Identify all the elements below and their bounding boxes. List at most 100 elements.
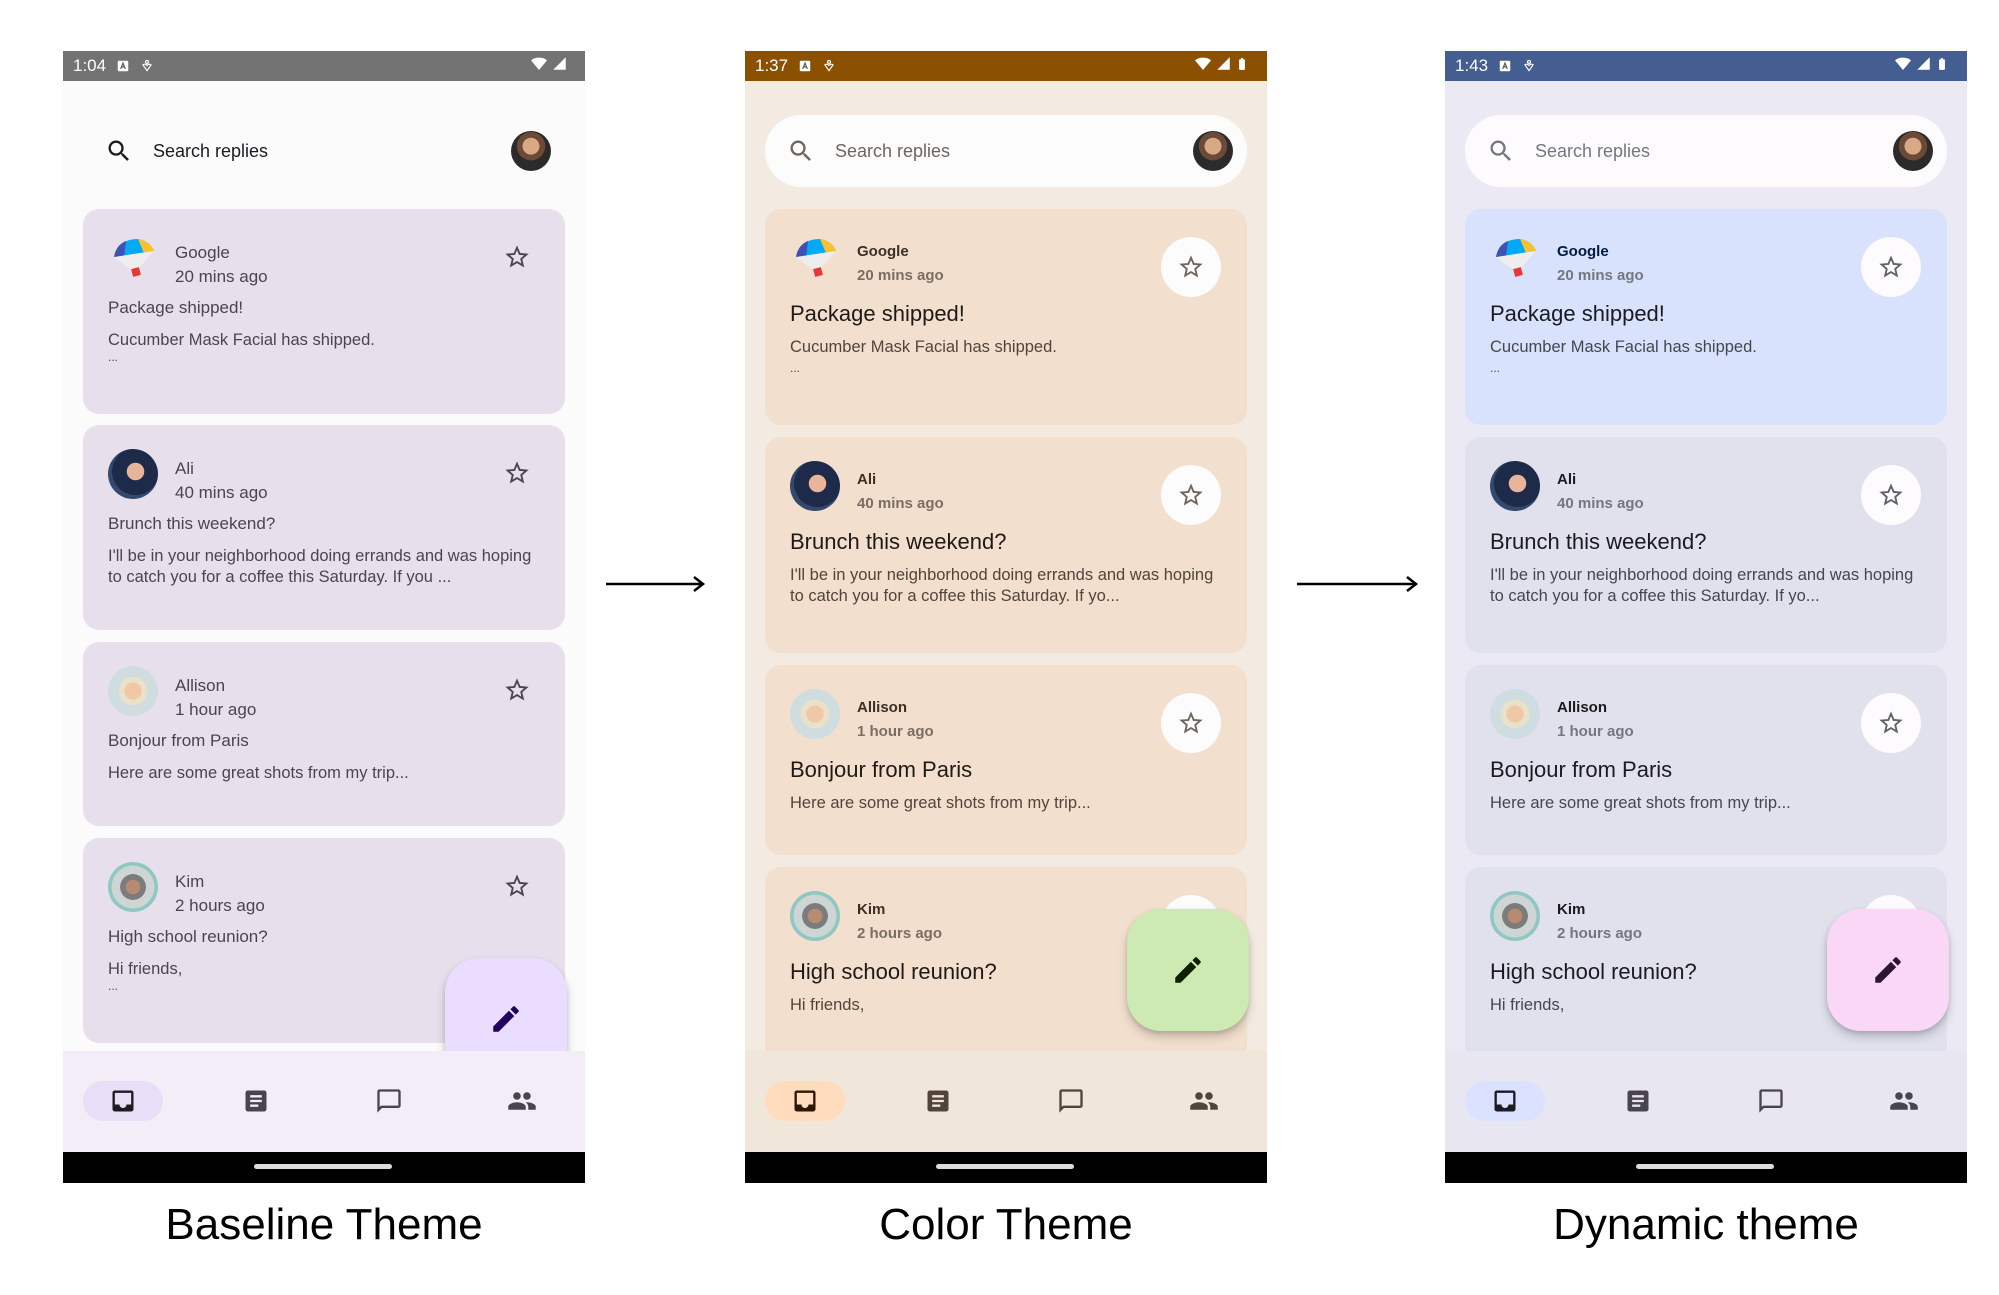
nav-inbox[interactable] <box>765 1081 845 1121</box>
bottom-navigation <box>63 1051 585 1152</box>
nav-articles[interactable] <box>216 1081 296 1121</box>
a-icon <box>798 59 812 73</box>
nav-articles[interactable] <box>898 1081 978 1121</box>
email-subject: Bonjour from Paris <box>108 731 249 750</box>
profile-avatar[interactable] <box>1893 131 1933 171</box>
inbox-screen: Search replies Google 20 mins ago Package … <box>745 81 1267 1152</box>
email-subject: Bonjour from Paris <box>790 757 973 782</box>
email-timestamp: 2 hours ago <box>175 896 265 915</box>
edit-icon <box>489 1002 523 1036</box>
email-timestamp: 40 mins ago <box>175 483 268 502</box>
star-button[interactable] <box>1161 693 1221 753</box>
email-card[interactable]: Ali 40 mins ago Brunch this weekend? I'll b… <box>83 425 565 630</box>
sender-name: Allison <box>175 676 226 695</box>
home-indicator[interactable] <box>936 1164 1074 1169</box>
bottom-navigation <box>745 1051 1267 1152</box>
email-preview: I'll be in your neighborhood doing erran… <box>1490 566 1914 605</box>
status-bar: 1:43 <box>1445 51 1967 81</box>
email-timestamp: 1 hour ago <box>1557 723 1634 740</box>
nav-direct-messages[interactable] <box>1031 1081 1111 1121</box>
search-input[interactable]: Search replies <box>835 141 950 162</box>
email-subject: Brunch this weekend? <box>1490 529 1707 554</box>
edit-icon <box>1171 953 1205 987</box>
search-bar[interactable]: Search replies <box>765 115 1247 187</box>
star-button[interactable] <box>499 672 535 708</box>
compose-fab[interactable] <box>1827 909 1949 1031</box>
home-indicator[interactable] <box>254 1164 392 1169</box>
star-button[interactable] <box>1861 465 1921 525</box>
sender-avatar <box>108 862 158 912</box>
sender-name: Ali <box>1557 471 1577 488</box>
email-card[interactable]: Google 20 mins ago Package shipped! Cucumbe… <box>1465 209 1947 425</box>
bottom-navigation <box>1445 1051 1967 1152</box>
caption-color-theme: Color Theme <box>879 1200 1133 1249</box>
email-subject: Bonjour from Paris <box>1490 757 1673 782</box>
email-timestamp: 1 hour ago <box>857 723 934 740</box>
sender-avatar <box>108 449 158 499</box>
search-input[interactable]: Search replies <box>1535 141 1650 162</box>
star-outline-icon <box>1877 709 1905 737</box>
email-preview: I'll be in your neighborhood doing erran… <box>790 566 1214 605</box>
phone-dynamic-theme: 1:43 Search replies Google 20 mins ago Pac… <box>1445 51 1967 1183</box>
profile-avatar[interactable] <box>511 131 551 171</box>
star-button[interactable] <box>1161 237 1221 297</box>
nav-articles[interactable] <box>1598 1081 1678 1121</box>
inbox-icon <box>109 1087 137 1115</box>
search-bar[interactable]: Search replies <box>83 115 565 187</box>
sender-name: Allison <box>857 699 908 716</box>
email-card[interactable]: Google 20 mins ago Package shipped! Cucumbe… <box>765 209 1247 425</box>
star-button[interactable] <box>1161 465 1221 525</box>
email-card[interactable]: Allison 1 hour ago Bonjour from Paris Here … <box>765 665 1247 855</box>
email-card[interactable]: Ali 40 mins ago Brunch this weekend? I'll b… <box>765 437 1247 653</box>
email-card[interactable]: Ali 40 mins ago Brunch this weekend? I'll b… <box>1465 437 1947 653</box>
status-time: 1:37 <box>755 56 789 75</box>
article-icon <box>924 1087 952 1115</box>
signal-icon <box>552 56 567 76</box>
nav-groups[interactable] <box>482 1081 562 1121</box>
wifi-icon <box>1894 56 1912 77</box>
star-button[interactable] <box>499 868 535 904</box>
nav-inbox[interactable] <box>1465 1081 1545 1121</box>
more-ellipsis: ... <box>108 350 119 364</box>
wifi-icon <box>530 56 548 77</box>
wifi-icon <box>1194 56 1212 77</box>
accessibility-icon <box>1522 59 1536 73</box>
search-input[interactable]: Search replies <box>153 141 268 162</box>
nav-groups[interactable] <box>1164 1081 1244 1121</box>
email-card[interactable]: Allison 1 hour ago Bonjour from Paris Here … <box>1465 665 1947 855</box>
google-logo-avatar <box>114 239 154 277</box>
accessibility-icon <box>140 59 154 73</box>
article-icon <box>1624 1087 1652 1115</box>
email-subject: Package shipped! <box>790 301 965 326</box>
email-card[interactable]: Allison 1 hour ago Bonjour from Paris Here … <box>83 642 565 826</box>
star-button[interactable] <box>1861 237 1921 297</box>
people-icon <box>1889 1086 1919 1116</box>
search-bar[interactable]: Search replies <box>1465 115 1947 187</box>
email-preview: Cucumber Mask Facial has shipped. <box>790 338 1057 356</box>
signal-icon <box>1916 56 1931 76</box>
search-icon <box>105 137 133 165</box>
email-timestamp: 2 hours ago <box>1557 925 1643 942</box>
star-outline-icon <box>503 676 531 704</box>
nav-direct-messages[interactable] <box>1731 1081 1811 1121</box>
email-card[interactable]: Google 20 mins ago Package shipped! Cucumbe… <box>83 209 565 414</box>
nav-direct-messages[interactable] <box>349 1081 429 1121</box>
email-preview: Here are some great shots from my trip..… <box>108 764 409 782</box>
star-button[interactable] <box>499 239 535 275</box>
battery-icon <box>1235 55 1249 78</box>
accessibility-icon <box>822 59 836 73</box>
nav-groups[interactable] <box>1864 1081 1944 1121</box>
nav-inbox[interactable] <box>83 1081 163 1121</box>
sender-avatar <box>1490 689 1540 739</box>
inbox-icon <box>791 1087 819 1115</box>
compose-fab[interactable] <box>1127 909 1249 1031</box>
google-logo-avatar <box>1496 239 1536 277</box>
star-button[interactable] <box>499 455 535 491</box>
home-indicator[interactable] <box>1636 1164 1774 1169</box>
sender-name: Kim <box>175 872 205 891</box>
profile-avatar[interactable] <box>1193 131 1233 171</box>
star-outline-icon <box>503 872 531 900</box>
star-button[interactable] <box>1861 693 1921 753</box>
sender-name: Kim <box>1557 901 1586 918</box>
edit-icon <box>1871 953 1905 987</box>
